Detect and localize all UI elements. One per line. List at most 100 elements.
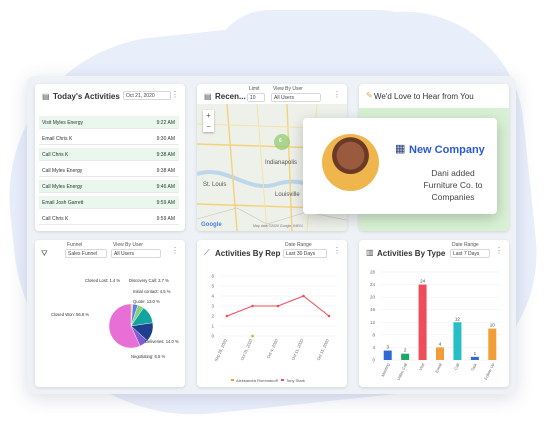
data-point [225,314,229,318]
y-tick-label: 12 [370,320,376,325]
activity-name: Email Chris K [42,136,73,142]
activity-time: 9:38 AM [156,168,175,174]
funnel-icon: ⛛ [41,249,48,258]
activity-time: 9:22 AM [156,120,175,126]
x-tick-label: Oct 01, 2020 [239,338,254,362]
map-cluster-marker [274,134,290,150]
x-tick-label: Follow Up [483,362,495,381]
pie-label: Initial contact: 4.5 % [133,289,171,294]
y-tick-label: 28 [370,270,376,275]
bar-value-label: 24 [420,279,426,284]
card-title: Today's Activities [53,92,120,101]
cluster-count[interactable]: 6 [279,138,282,144]
more-menu-icon[interactable]: ⋮ [171,247,179,255]
bar [436,347,444,360]
y-tick-label: 4 [211,294,214,299]
google-logo: Google [201,222,222,228]
activity-time: 9:59 AM [156,200,175,206]
date-picker[interactable]: Oct 21, 2020 [123,91,171,100]
viewby-select[interactable]: All Users [271,93,321,102]
activity-time: 9:38 AM [156,152,175,158]
activity-name: Call Myles Energy [42,184,83,190]
viewby-select[interactable]: All Users [111,249,161,258]
funnel-label: Funnel [67,242,83,248]
limit-value: 10 [250,95,256,101]
viewby-label: View By User [273,86,303,92]
range-value: Last 7 Days [453,251,480,257]
y-tick-label: 5 [211,284,214,289]
megaphone-icon: ✎ [366,91,373,100]
bar [470,356,479,360]
activity-row[interactable]: Call Myles Energy 9:46 AM [39,180,179,193]
funnel-pie-chart: Closed Lost: 1.4 % Discovery Call: 3.7 % I… [51,278,179,359]
legend-swatch [231,379,234,381]
marketing-stage: ▤ Today's Activities Oct 21, 2020 ⋮ Visi… [0,0,550,425]
y-tick-label: 20 [370,295,376,300]
legend-label: Aleksandra Rommanoff [236,378,279,383]
zoom-in-button[interactable]: + [203,110,214,121]
activity-row[interactable]: Call Myles Energy 9:38 AM [39,164,179,177]
bar [383,350,392,360]
viewby-value: All Users [114,251,135,257]
pie-label: Closed Won: 56.6 % [51,312,89,317]
activity-row[interactable]: Visit Myles Energy 9:22 AM [39,116,179,129]
y-tick-label: 16 [370,307,376,312]
bar-value-label: 12 [455,316,461,321]
more-menu-icon[interactable]: ⋮ [495,247,503,255]
pie-label: Negotiating: 6.5 % [131,354,165,359]
activity-row[interactable]: Call Chris K 9:38 AM [39,148,179,161]
data-point [302,294,305,298]
range-select[interactable]: Last 7 Days [450,249,490,258]
card-title: Activities By Rep [215,249,281,258]
data-point [251,334,254,338]
funnel-select[interactable]: Sales Funnel [65,249,107,258]
city-label: Indianapolis [265,160,298,166]
y-tick-label: 8 [372,332,375,337]
limit-select[interactable]: 10 [247,93,265,102]
bar [488,328,497,360]
activity-time: 9:30 AM [156,136,175,142]
bar [401,353,410,360]
activity-name: Call Chris K [42,216,69,222]
bar-value-label: 10 [490,323,496,328]
activities-by-type-chart: 0 4 8 12 16 20 24 28 3 Meeting 2 Video Call 24 Visit 4… [370,270,501,381]
funnel-card: ⛛ Funnel Sales Funnel View By User All U… [35,240,185,387]
y-tick-label: 6 [211,274,214,279]
y-tick-label: 2 [211,314,214,319]
activity-row[interactable]: Call Chris K 9:59 AM [39,212,179,225]
y-tick-label: 0 [211,334,214,339]
map-attribution: Map data ©2020 Google, INEGI [253,224,303,228]
x-tick-label: Oct 11, 2020 [290,338,304,361]
range-select[interactable]: Last 30 Days [283,249,327,258]
line-chart-icon: ⟋ [204,248,210,257]
y-tick-label: 3 [211,304,214,309]
activity-time: 9:46 AM [156,184,175,190]
zoom-out-button[interactable]: − [203,121,214,132]
bar-value-label: 3 [386,345,389,350]
new-company-notification[interactable]: ▦ New Company Dani added Furniture Co. t… [303,118,497,214]
activities-by-rep-chart: 0 1 2 3 4 5 6 Sep 28, 2020 Oct 01, 2020 Oct 4, 20… [211,274,337,383]
notification-title: New Company [409,144,485,156]
x-tick-label: Sep 28, 2020 [213,338,228,362]
bar-value-label: 4 [439,341,442,346]
pie-label: Closed Lost: 1.4 % [85,278,120,283]
viewby-value: All Users [274,95,295,101]
bar-chart-icon: ▥ [366,248,374,257]
legend-swatch [281,379,284,381]
legend-label: Tony Stark [286,378,305,383]
more-menu-icon[interactable]: ⋮ [333,91,341,99]
activity-row[interactable]: Email Chris K 9:30 AM [39,132,179,145]
range-value: Last 30 Days [286,251,316,257]
limit-label: Limit [249,86,260,92]
more-menu-icon[interactable]: ⋮ [333,247,341,255]
zoom-controls: + − [203,110,214,132]
range-label: Date Range [285,242,312,248]
more-menu-icon[interactable]: ⋮ [171,91,179,99]
pie-label: Discovery Call: 3.7 % [129,278,169,283]
data-point [276,304,280,308]
bar-value-label: 1 [474,351,477,356]
x-tick-label: Meeting [380,362,391,377]
card-title: Activities By Type [377,249,446,258]
activity-name: Call Myles Energy [42,168,83,174]
activity-row[interactable]: Email Josh Garrett 9:59 AM [39,196,179,209]
